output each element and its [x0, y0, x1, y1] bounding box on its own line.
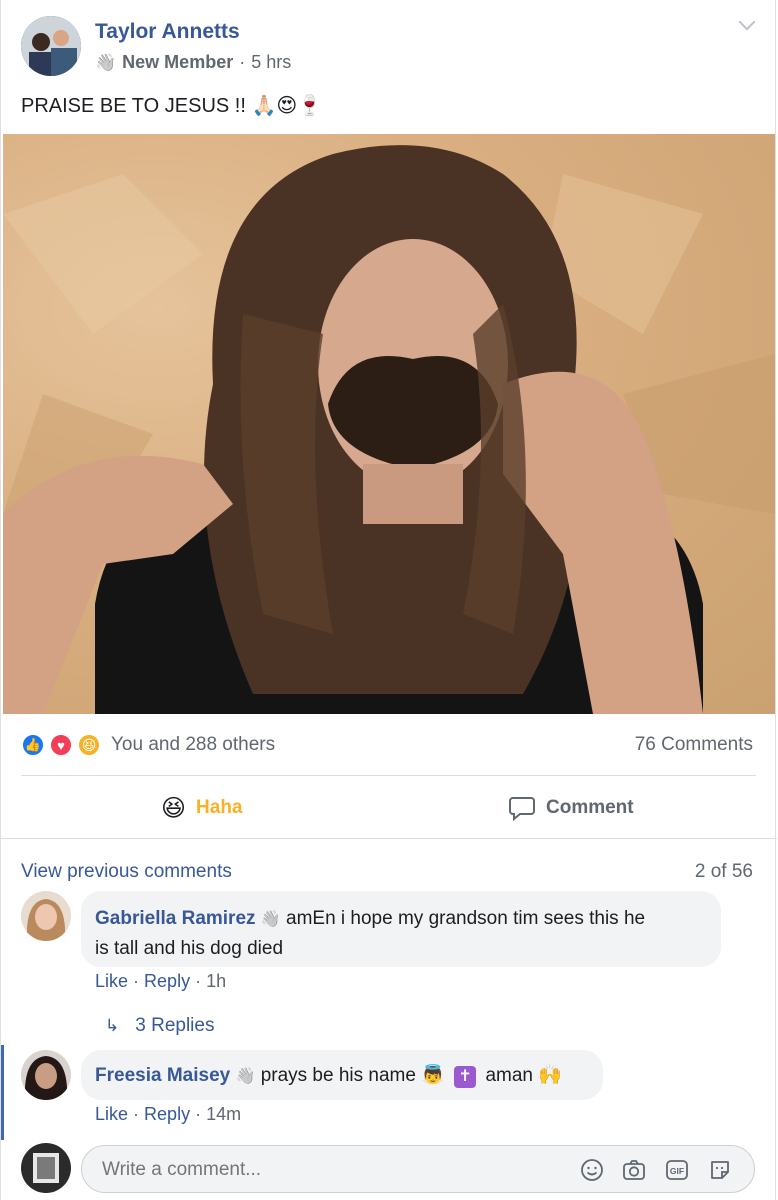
commenter-name[interactable]: Freesia Maisey — [95, 1065, 230, 1086]
haha-reaction-icon[interactable]: 😆 — [77, 733, 101, 757]
wave-icon: 👋 — [260, 911, 281, 928]
wave-icon: 👋 — [235, 1068, 256, 1085]
comment-line: is tall and his dog died — [95, 938, 284, 959]
comment-label: Comment — [546, 797, 634, 818]
post-options-chevron-icon[interactable] — [738, 13, 756, 31]
raised-hands-icon: 🙌 — [538, 1065, 562, 1086]
haha-button[interactable]: 😆 Haha — [161, 792, 243, 824]
svg-text:GIF: GIF — [670, 1166, 684, 1176]
author-name[interactable]: Taylor Annetts — [95, 20, 240, 44]
comments-pagination: 2 of 56 — [694, 861, 753, 882]
highlight-bar — [1, 1045, 4, 1140]
emoji-icon[interactable] — [580, 1158, 604, 1182]
like-link[interactable]: Like — [95, 971, 128, 991]
gif-icon[interactable]: GIF — [665, 1158, 689, 1182]
post-text: PRAISE BE TO JESUS !! 🙏🏻😍🍷 — [21, 95, 323, 117]
comment-time[interactable]: 1h — [206, 971, 226, 991]
view-previous-comments-link[interactable]: View previous comments — [21, 861, 232, 883]
haha-icon: 😆 — [161, 794, 187, 822]
love-reaction-icon[interactable]: ♥ — [49, 733, 73, 757]
comment-actions: Like · Reply · 1h — [95, 971, 227, 991]
comment-composer[interactable]: GIF — [81, 1145, 755, 1193]
comment-input[interactable] — [100, 1156, 564, 1184]
member-badge[interactable]: New Member — [122, 52, 233, 73]
replies-label: 3 Replies — [135, 1015, 215, 1036]
comment-time[interactable]: 14m — [206, 1104, 241, 1124]
my-avatar[interactable] — [21, 1143, 71, 1193]
comment-button[interactable]: Comment — [508, 792, 634, 824]
reply-link[interactable]: Reply — [144, 971, 190, 991]
haha-label: Haha — [196, 797, 243, 818]
commenter-avatar[interactable] — [21, 1050, 71, 1100]
comments-count[interactable]: 76 Comments — [635, 734, 753, 756]
camera-icon[interactable] — [622, 1158, 646, 1182]
like-link[interactable]: Like — [95, 1104, 128, 1124]
comment-line: prays be his name — [260, 1065, 416, 1086]
post-photo[interactable] — [3, 134, 775, 714]
view-replies-link[interactable]: ↳ 3 Replies — [105, 1015, 214, 1037]
like-reaction-icon[interactable]: 👍 — [21, 733, 45, 757]
sticker-icon[interactable] — [708, 1158, 732, 1182]
divider — [1, 838, 777, 839]
reply-arrow-icon: ↳ — [105, 1016, 120, 1035]
commenter-avatar[interactable] — [21, 891, 71, 941]
post-time[interactable]: 5 hrs — [251, 52, 291, 73]
comment-line: amEn i hope my grandson tim sees this he — [286, 908, 646, 929]
cross-icon: ✝ — [454, 1066, 477, 1088]
divider — [21, 775, 756, 776]
wave-icon: 👋 — [95, 52, 117, 72]
comment-line: aman — [485, 1065, 533, 1086]
comment-text: Gabriella Ramirez 👋 amEn i hope my grand… — [95, 904, 715, 963]
author-avatar[interactable] — [21, 16, 81, 76]
comment-text: Freesia Maisey 👋 prays be his name 👼 ✝ a… — [95, 1063, 562, 1088]
reply-link[interactable]: Reply — [144, 1104, 190, 1124]
comment-actions: Like · Reply · 14m — [95, 1104, 242, 1124]
commenter-name[interactable]: Gabriella Ramirez — [95, 908, 256, 929]
comment-icon — [509, 797, 535, 822]
reactions-summary[interactable]: You and 288 others — [111, 734, 275, 756]
author-meta: 👋 New Member · 5 hrs — [95, 52, 292, 73]
post-card: Taylor Annetts 👋 New Member · 5 hrs PRAI… — [0, 0, 777, 1200]
angel-icon: 👼 — [421, 1065, 445, 1086]
